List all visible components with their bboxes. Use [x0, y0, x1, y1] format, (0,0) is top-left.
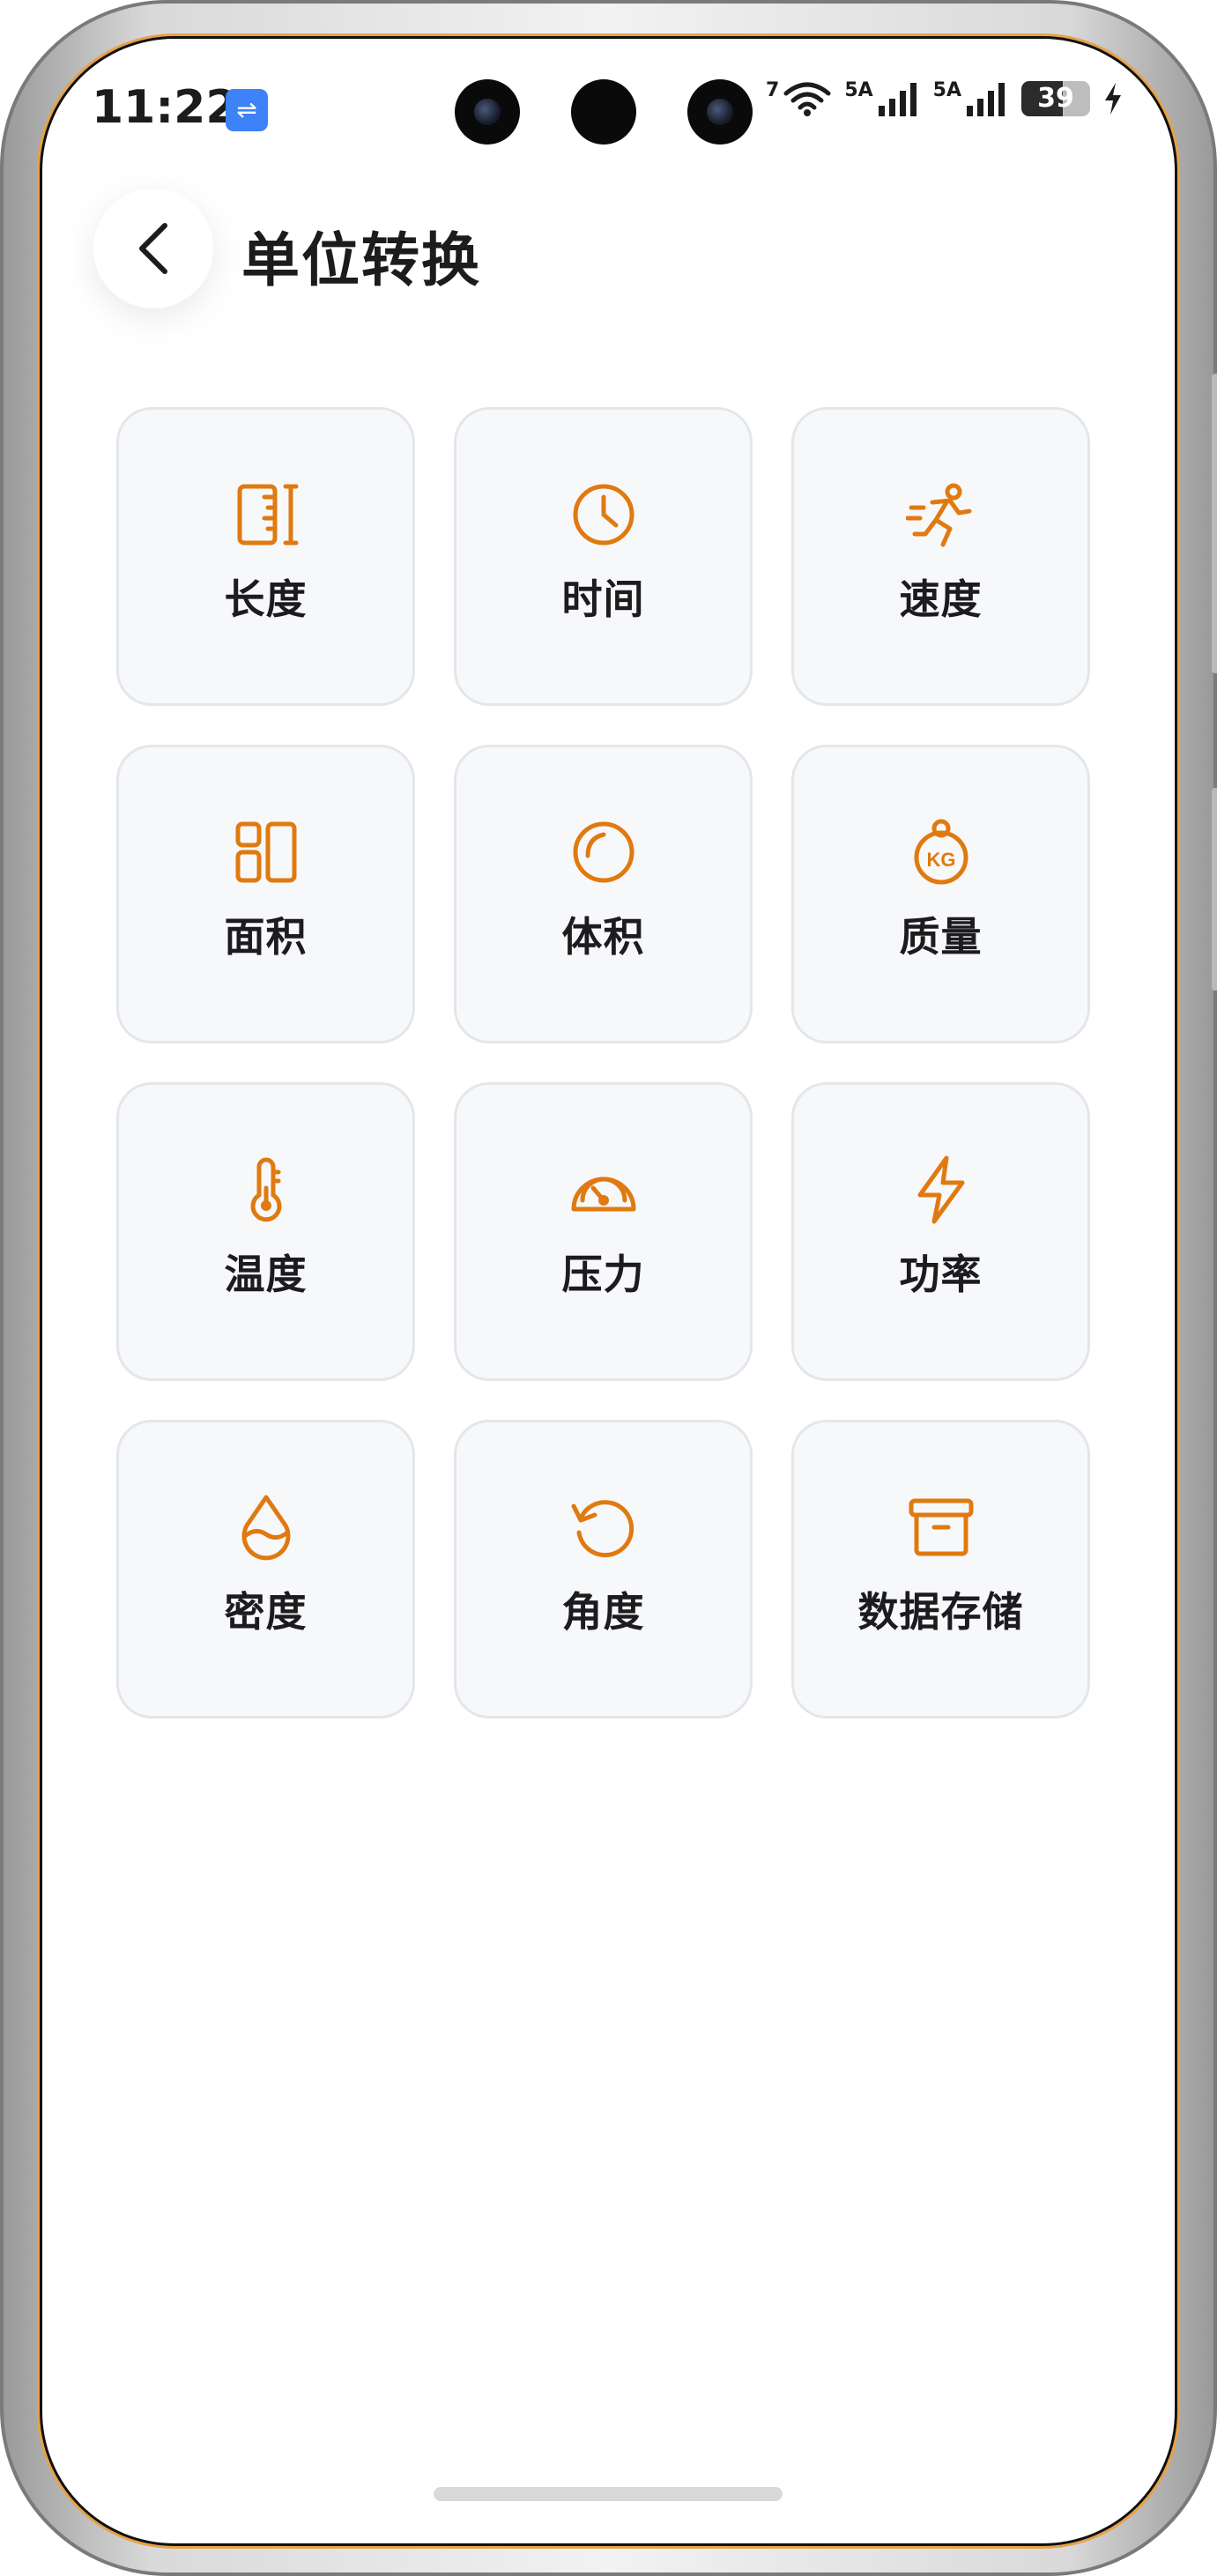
home-indicator[interactable]: [434, 2487, 783, 2501]
tile-label: 密度: [224, 1587, 308, 1636]
battery-indicator: 39: [1021, 81, 1090, 116]
signal-tag: 5A: [844, 79, 873, 101]
chevron-left-icon: [139, 223, 167, 274]
tile-label: 时间: [561, 575, 645, 623]
tile-label: 温度: [224, 1250, 308, 1298]
tile-time[interactable]: 时间: [454, 407, 753, 706]
tile-speed[interactable]: 速度: [791, 407, 1090, 706]
tile-label: 角度: [561, 1587, 645, 1636]
tile-area[interactable]: 面积: [116, 745, 415, 1043]
ruler-icon: [231, 479, 301, 550]
signal-icon: [967, 83, 1005, 116]
tile-angle[interactable]: 角度: [454, 1420, 753, 1719]
tile-pressure[interactable]: 压力: [454, 1082, 753, 1381]
tile-label: 面积: [224, 912, 308, 961]
status-bar: 11:22 ⇌ 7 5A 5A 39: [42, 39, 1175, 180]
status-indicators: 7 5A 5A 39: [766, 79, 1124, 116]
svg-text:KG: KG: [926, 849, 955, 871]
layout-icon: [231, 817, 301, 887]
back-button[interactable]: [93, 189, 213, 308]
tile-label: 压力: [561, 1250, 645, 1298]
converter-grid: 长度 时间 速度 面积 体积 KG 质量 温度 压力 功率 密度 角度 数据存储: [116, 407, 1090, 1719]
rotate-icon: [568, 1492, 639, 1563]
thermometer-icon: [231, 1154, 301, 1225]
tile-temperature[interactable]: 温度: [116, 1082, 415, 1381]
tile-data-storage[interactable]: 数据存储: [791, 1420, 1090, 1719]
signal-icon: [878, 83, 916, 116]
weight-kg-icon: KG: [906, 817, 976, 887]
tile-volume[interactable]: 体积: [454, 745, 753, 1043]
tile-mass[interactable]: KG 质量: [791, 745, 1090, 1043]
screen: 11:22 ⇌ 7 5A 5A 39 单位转换 长度 时间 速度 面积 体积 K…: [42, 39, 1175, 2543]
tile-label: 质量: [899, 912, 983, 961]
charging-icon: [1105, 83, 1121, 115]
clock-icon: [568, 479, 639, 550]
tile-label: 数据存储: [857, 1587, 1024, 1636]
camera-icon: [571, 79, 636, 145]
gauge-icon: [568, 1154, 639, 1225]
page-title: 单位转换: [241, 226, 481, 294]
tile-length[interactable]: 长度: [116, 407, 415, 706]
box-icon: [906, 1492, 976, 1563]
circle-icon: [568, 817, 639, 887]
signal-tag: 5A: [932, 79, 961, 101]
power-button: [1212, 788, 1217, 991]
lightning-icon: [906, 1154, 976, 1225]
running-icon: [905, 479, 976, 550]
tile-label: 功率: [899, 1250, 983, 1298]
wifi-icon: [783, 82, 831, 116]
usb-icon: ⇌: [226, 89, 268, 131]
wifi-tag: 7: [766, 79, 780, 101]
tile-label: 长度: [224, 575, 308, 623]
tile-density[interactable]: 密度: [116, 1420, 415, 1719]
camera-icon: [687, 79, 753, 145]
volume-button: [1212, 374, 1217, 673]
camera-icon: [455, 79, 520, 145]
tile-label: 速度: [899, 575, 983, 623]
drop-icon: [231, 1492, 301, 1563]
tile-label: 体积: [561, 912, 645, 961]
tile-power[interactable]: 功率: [791, 1082, 1090, 1381]
status-time: 11:22: [92, 81, 238, 134]
